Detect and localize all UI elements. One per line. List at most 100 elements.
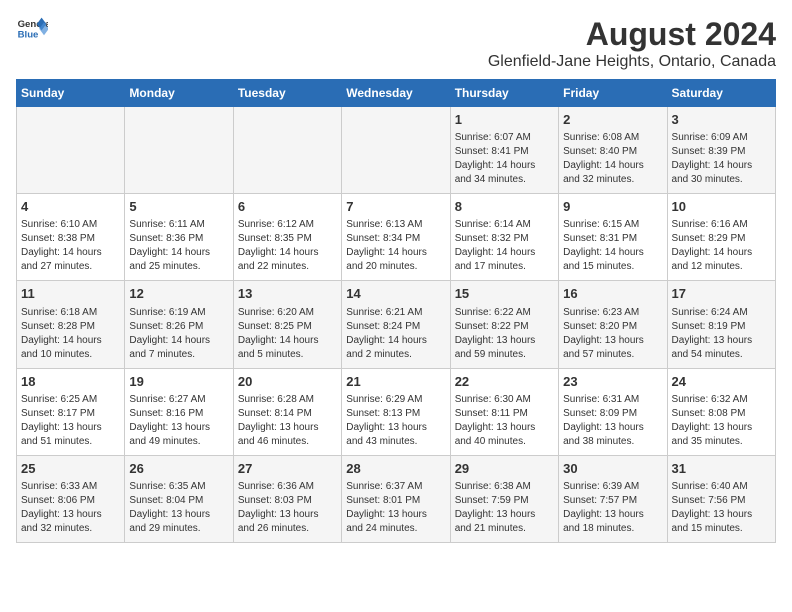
day-info-line: and 49 minutes. bbox=[129, 435, 228, 449]
day-info-line: and 38 minutes. bbox=[563, 435, 662, 449]
day-number: 7 bbox=[346, 198, 445, 216]
day-info-line: Sunset: 8:01 PM bbox=[346, 494, 445, 508]
day-info-line: and 24 minutes. bbox=[346, 522, 445, 536]
day-number: 2 bbox=[563, 111, 662, 129]
day-header-monday: Monday bbox=[125, 80, 233, 107]
calendar-cell: 22 Sunrise: 6:30 AMSunset: 8:11 PMDayligh… bbox=[450, 368, 558, 455]
calendar-header-row: SundayMondayTuesdayWednesdayThursdayFrid… bbox=[17, 80, 776, 107]
day-info-line: Sunset: 8:39 PM bbox=[672, 145, 771, 159]
day-info-line: Sunrise: 6:23 AM bbox=[563, 306, 662, 320]
calendar-cell bbox=[17, 107, 125, 194]
day-number: 5 bbox=[129, 198, 228, 216]
day-info-line: Sunrise: 6:33 AM bbox=[21, 480, 120, 494]
day-info-line: Sunset: 8:08 PM bbox=[672, 407, 771, 421]
day-info-line: Sunrise: 6:32 AM bbox=[672, 393, 771, 407]
day-info-line: Sunrise: 6:15 AM bbox=[563, 218, 662, 232]
day-info-line: Daylight: 13 hours bbox=[563, 421, 662, 435]
day-info-line: Sunrise: 6:07 AM bbox=[455, 131, 554, 145]
calendar-cell: 20Sunrise: 6:28 AMSunset: 8:14 PMDayligh… bbox=[233, 368, 341, 455]
calendar-cell: 1Sunrise: 6:07 AMSunset: 8:41 PMDaylight… bbox=[450, 107, 558, 194]
day-info-line: Sunrise: 6:20 AM bbox=[238, 306, 337, 320]
day-info-line: Daylight: 14 hours bbox=[346, 246, 445, 260]
day-info-line: and 34 minutes. bbox=[455, 173, 554, 187]
day-info-line: Daylight: 13 hours bbox=[672, 508, 771, 522]
day-info-line: Sunrise: 6:22 AM bbox=[455, 306, 554, 320]
day-info-line: Daylight: 14 hours bbox=[455, 246, 554, 260]
day-info-line: Sunrise: 6:25 AM bbox=[21, 393, 120, 407]
day-info-line: and 57 minutes. bbox=[563, 348, 662, 362]
calendar-cell: 13Sunrise: 6:20 AMSunset: 8:25 PMDayligh… bbox=[233, 281, 341, 368]
calendar-cell: 31Sunrise: 6:40 AMSunset: 7:56 PMDayligh… bbox=[667, 455, 775, 542]
calendar-cell: 18Sunrise: 6:25 AMSunset: 8:17 PMDayligh… bbox=[17, 368, 125, 455]
day-info-line: Daylight: 13 hours bbox=[129, 421, 228, 435]
day-info-line: Sunset: 8:29 PM bbox=[672, 232, 771, 246]
day-header-tuesday: Tuesday bbox=[233, 80, 341, 107]
calendar-week-row: 25Sunrise: 6:33 AMSunset: 8:06 PMDayligh… bbox=[17, 455, 776, 542]
day-info-line: and 29 minutes. bbox=[129, 522, 228, 536]
day-info-line: Sunrise: 6:35 AM bbox=[129, 480, 228, 494]
day-number: 11 bbox=[21, 285, 120, 303]
day-info-line: Daylight: 14 hours bbox=[21, 246, 120, 260]
calendar-week-row: 4Sunrise: 6:10 AMSunset: 8:38 PMDaylight… bbox=[17, 194, 776, 281]
day-info-line: and 25 minutes. bbox=[129, 260, 228, 274]
day-info-line: and 20 minutes. bbox=[346, 260, 445, 274]
day-info-line: Daylight: 13 hours bbox=[455, 508, 554, 522]
day-info-line: and 54 minutes. bbox=[672, 348, 771, 362]
day-info-line: Sunrise: 6:31 AM bbox=[563, 393, 662, 407]
day-info-line: and 26 minutes. bbox=[238, 522, 337, 536]
day-info-line: Daylight: 13 hours bbox=[672, 334, 771, 348]
calendar-cell: 9Sunrise: 6:15 AMSunset: 8:31 PMDaylight… bbox=[559, 194, 667, 281]
day-info-line: and 30 minutes. bbox=[672, 173, 771, 187]
day-info-line: Sunrise: 6:37 AM bbox=[346, 480, 445, 494]
day-info-line: Sunrise: 6:28 AM bbox=[238, 393, 337, 407]
day-number: 17 bbox=[672, 285, 771, 303]
day-info-line: Daylight: 13 hours bbox=[455, 421, 554, 435]
calendar-cell: 12Sunrise: 6:19 AMSunset: 8:26 PMDayligh… bbox=[125, 281, 233, 368]
day-info-line: Sunrise: 6:36 AM bbox=[238, 480, 337, 494]
day-info-line: Sunset: 8:38 PM bbox=[21, 232, 120, 246]
day-info-line: and 21 minutes. bbox=[455, 522, 554, 536]
day-info-line: and 18 minutes. bbox=[563, 522, 662, 536]
calendar-cell: 16Sunrise: 6:23 AMSunset: 8:20 PMDayligh… bbox=[559, 281, 667, 368]
day-info-line: Sunset: 8:16 PM bbox=[129, 407, 228, 421]
calendar-cell: 5Sunrise: 6:11 AMSunset: 8:36 PMDaylight… bbox=[125, 194, 233, 281]
day-info-line: Sunset: 8:31 PM bbox=[563, 232, 662, 246]
logo-icon: General Blue bbox=[16, 16, 48, 44]
page-header: General Blue August 2024 Glenfield-Jane … bbox=[16, 16, 776, 71]
day-info-line: Daylight: 13 hours bbox=[238, 508, 337, 522]
day-info-line: Sunset: 8:17 PM bbox=[21, 407, 120, 421]
day-info-line: and 12 minutes. bbox=[672, 260, 771, 274]
day-info-line: and 51 minutes. bbox=[21, 435, 120, 449]
calendar-cell: 11Sunrise: 6:18 AMSunset: 8:28 PMDayligh… bbox=[17, 281, 125, 368]
day-number: 13 bbox=[238, 285, 337, 303]
calendar-cell: 8Sunrise: 6:14 AMSunset: 8:32 PMDaylight… bbox=[450, 194, 558, 281]
day-info-line: Sunset: 8:20 PM bbox=[563, 320, 662, 334]
day-info-line: Sunrise: 6:12 AM bbox=[238, 218, 337, 232]
day-info-line: Daylight: 13 hours bbox=[455, 334, 554, 348]
day-number: 29 bbox=[455, 460, 554, 478]
day-info-line: Sunrise: 6:27 AM bbox=[129, 393, 228, 407]
day-info-line: Sunset: 8:11 PM bbox=[455, 407, 554, 421]
day-number: 22 bbox=[455, 373, 554, 391]
day-number: 30 bbox=[563, 460, 662, 478]
day-info-line: and 22 minutes. bbox=[238, 260, 337, 274]
day-info-line: Daylight: 13 hours bbox=[238, 421, 337, 435]
day-info-line: Daylight: 13 hours bbox=[129, 508, 228, 522]
day-info-line: and 59 minutes. bbox=[455, 348, 554, 362]
day-info-line: Sunrise: 6:19 AM bbox=[129, 306, 228, 320]
calendar-cell: 14Sunrise: 6:21 AMSunset: 8:24 PMDayligh… bbox=[342, 281, 450, 368]
page-subtitle: Glenfield-Jane Heights, Ontario, Canada bbox=[488, 53, 776, 71]
day-info-line: Sunset: 8:22 PM bbox=[455, 320, 554, 334]
day-info-line: Daylight: 13 hours bbox=[672, 421, 771, 435]
day-info-line: and 27 minutes. bbox=[21, 260, 120, 274]
day-info-line: Daylight: 14 hours bbox=[672, 159, 771, 173]
calendar-cell: 30Sunrise: 6:39 AMSunset: 7:57 PMDayligh… bbox=[559, 455, 667, 542]
day-info-line: and 32 minutes. bbox=[21, 522, 120, 536]
day-info-line: and 2 minutes. bbox=[346, 348, 445, 362]
calendar-cell: 25Sunrise: 6:33 AMSunset: 8:06 PMDayligh… bbox=[17, 455, 125, 542]
day-info-line: Sunrise: 6:11 AM bbox=[129, 218, 228, 232]
calendar-week-row: 11Sunrise: 6:18 AMSunset: 8:28 PMDayligh… bbox=[17, 281, 776, 368]
day-number: 31 bbox=[672, 460, 771, 478]
calendar-week-row: 18Sunrise: 6:25 AMSunset: 8:17 PMDayligh… bbox=[17, 368, 776, 455]
day-info-line: Sunrise: 6:30 AM bbox=[455, 393, 554, 407]
